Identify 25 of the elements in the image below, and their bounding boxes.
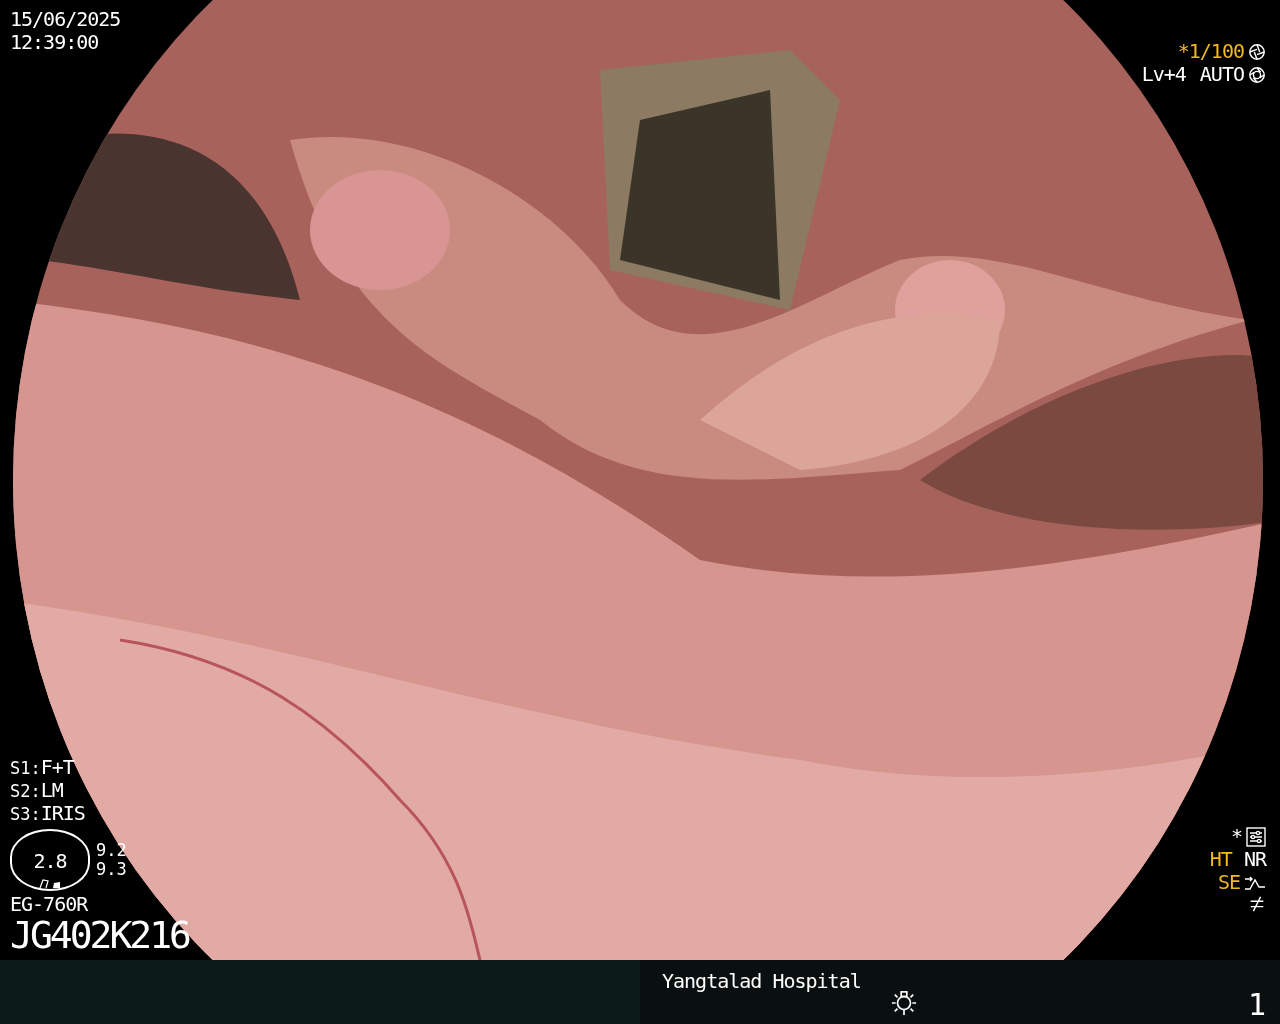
gauge-reading: 9.3 [96, 860, 127, 880]
exposure-mode: AUTO [1199, 63, 1244, 86]
hospital-name: Yangtalad Hospital [662, 970, 861, 993]
enhancement-mode: SE [1217, 871, 1240, 894]
page-number: 1 [1247, 988, 1266, 1023]
aperture-icon [1248, 42, 1266, 61]
scope-serial: JG402K216 [10, 916, 189, 956]
setting-value: IRIS [40, 802, 85, 826]
setting-value: F+T [40, 756, 74, 780]
setting-label: S2: [10, 782, 41, 802]
enhancement-mode: NR [1243, 848, 1266, 871]
scope-model: EG-760R [10, 893, 88, 917]
enhancement-mode: HT [1209, 848, 1232, 871]
not-equal-icon [1248, 894, 1266, 912]
setting-label: S3: [10, 805, 41, 825]
gauge-value: 2.8 [33, 850, 67, 874]
marker: * [1230, 825, 1242, 848]
date: 15/06/2025 [10, 8, 121, 31]
setting-value: LM [40, 779, 63, 803]
brightness-level: Lv+4 [1141, 63, 1186, 86]
time: 12:39:00 [10, 31, 99, 54]
shutter-speed: *1/100 [1177, 40, 1244, 63]
iris-icon [1248, 65, 1266, 84]
settings-icon [1246, 826, 1266, 847]
setting-label: S1: [10, 759, 41, 779]
